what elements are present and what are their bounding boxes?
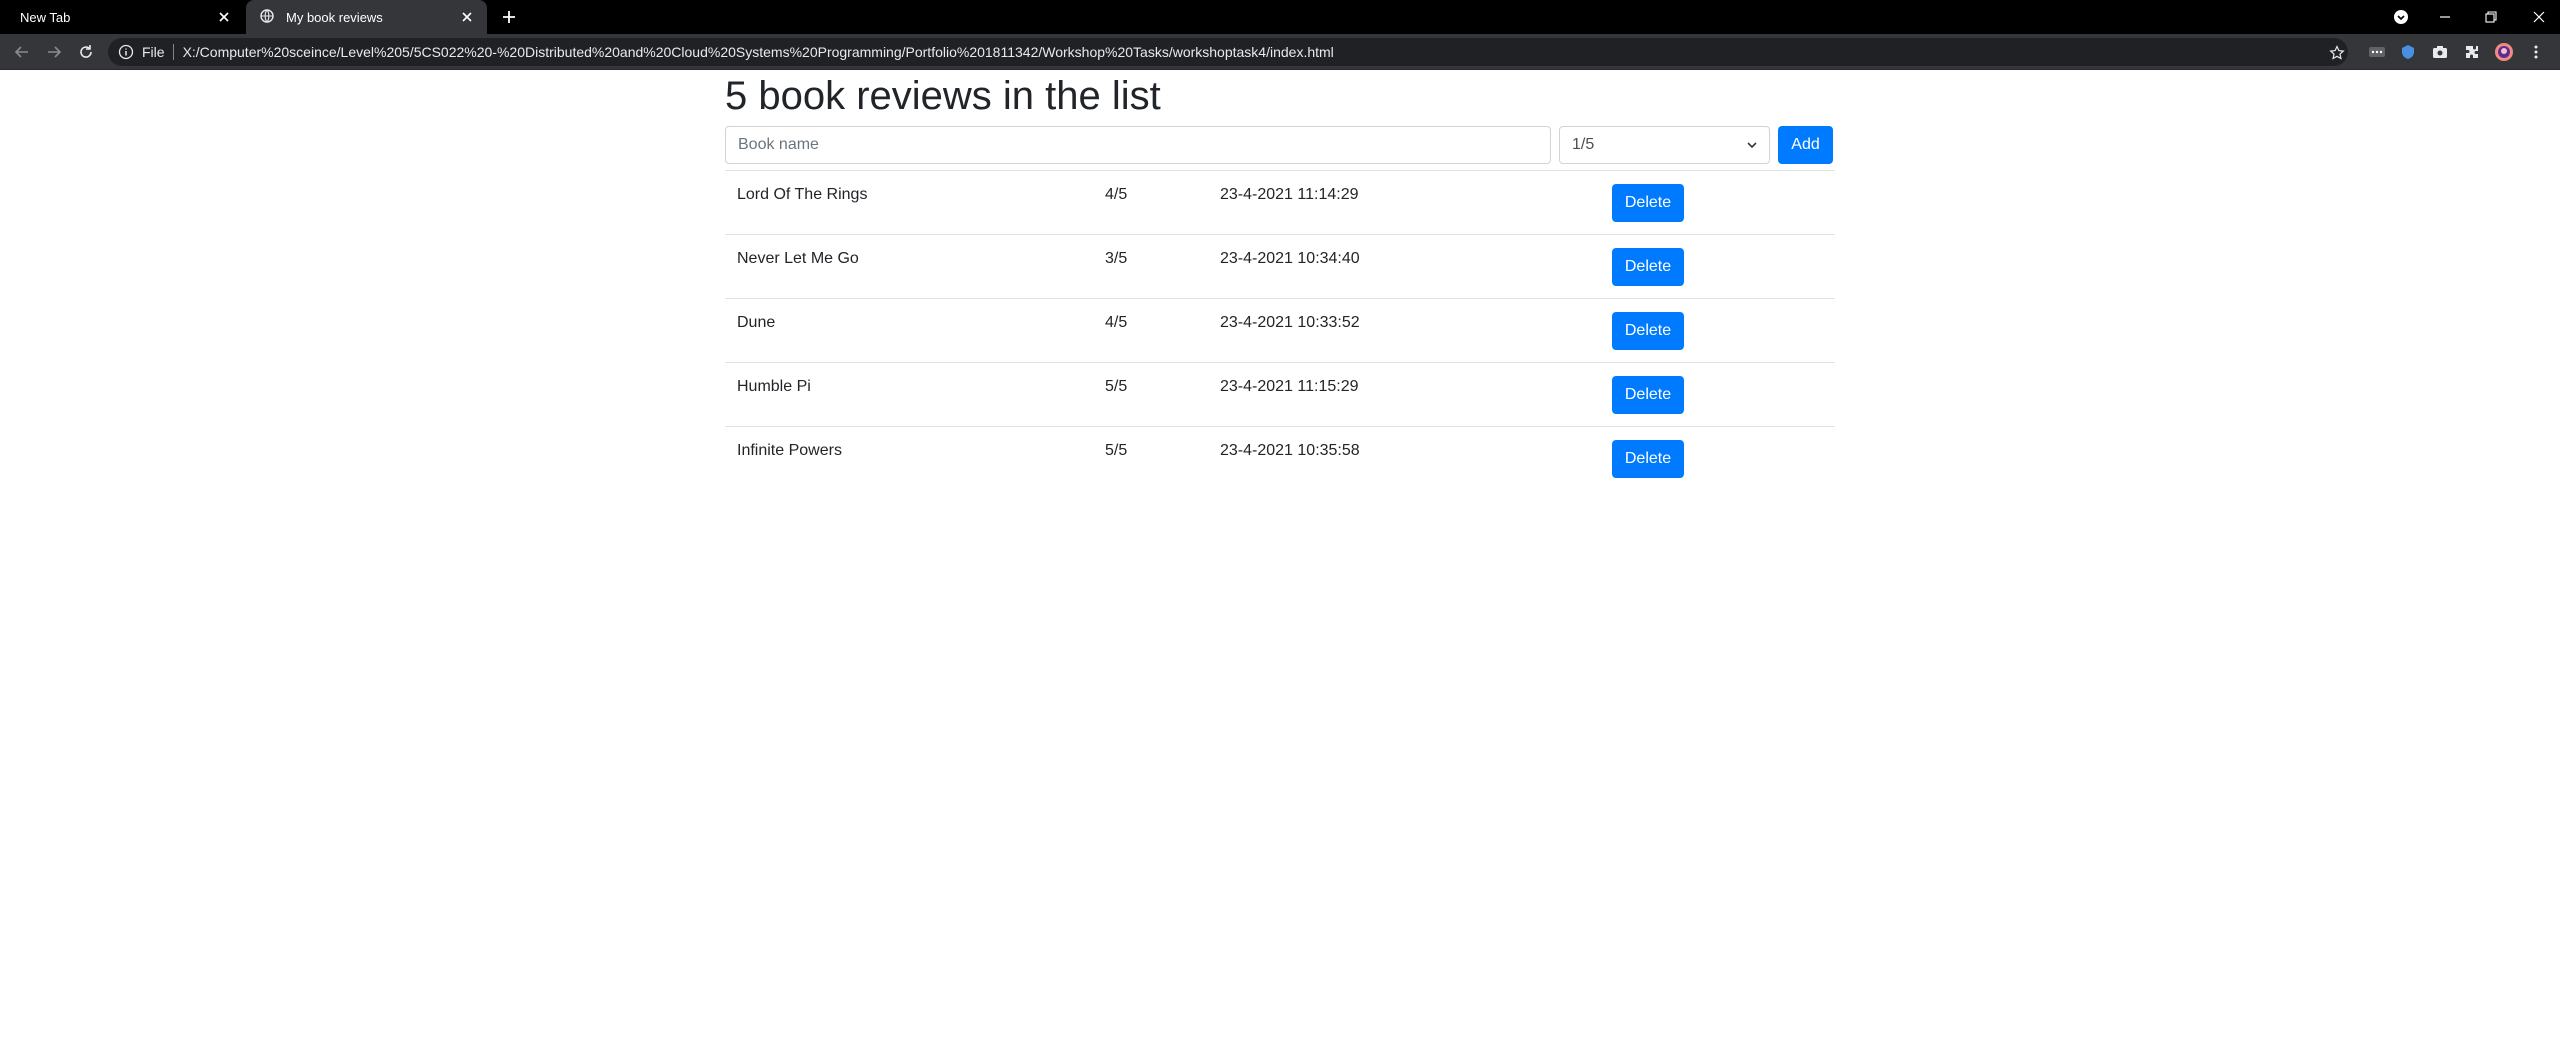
scheme-label: File	[142, 44, 165, 60]
star-icon[interactable]	[2328, 44, 2346, 62]
action-cell: Delete	[1600, 298, 1835, 363]
page-container: 5 book reviews in the list 1/5 Add Lord …	[725, 70, 1835, 490]
extension-dots-icon[interactable]	[2367, 42, 2387, 62]
tab-close-icon[interactable]	[459, 9, 475, 25]
tab-my-book-reviews[interactable]: My book reviews	[246, 0, 487, 34]
rating-cell: 5/5	[1093, 426, 1208, 490]
delete-button[interactable]: Delete	[1612, 440, 1684, 478]
action-cell: Delete	[1600, 234, 1835, 299]
url-text[interactable]: X:/Computer%20sceince/Level%205/5CS022%2…	[183, 44, 1334, 60]
tab-new-tab[interactable]: New Tab	[0, 0, 244, 34]
table-row: Dune 4/5 23-4-2021 10:33:52 Delete	[725, 298, 1835, 363]
delete-button[interactable]: Delete	[1612, 312, 1684, 350]
action-cell: Delete	[1600, 170, 1835, 235]
date-cell: 23-4-2021 10:34:40	[1208, 234, 1600, 299]
rating-cell: 4/5	[1093, 170, 1208, 235]
tab-title: My book reviews	[286, 9, 383, 25]
rating-cell: 3/5	[1093, 234, 1208, 299]
reload-icon[interactable]	[76, 42, 96, 62]
delete-button[interactable]: Delete	[1612, 248, 1684, 286]
forward-icon[interactable]	[44, 42, 64, 62]
date-cell: 23-4-2021 10:33:52	[1208, 298, 1600, 363]
shield-extension-icon[interactable]	[2398, 42, 2418, 62]
browser-toolbar: File X:/Computer%20sceince/Level%205/5CS…	[0, 34, 2560, 70]
table-row: Lord Of The Rings 4/5 23-4-2021 11:14:29…	[725, 170, 1835, 235]
extensions-icon[interactable]	[2462, 42, 2482, 62]
table-row: Infinite Powers 5/5 23-4-2021 10:35:58 D…	[725, 426, 1835, 490]
close-window-icon[interactable]	[2526, 4, 2552, 30]
rating-cell: 5/5	[1093, 362, 1208, 427]
rating-cell: 4/5	[1093, 298, 1208, 363]
tab-close-icon[interactable]	[216, 9, 232, 25]
globe-icon	[260, 9, 276, 25]
address-bar[interactable]: File X:/Computer%20sceince/Level%205/5CS…	[108, 38, 2348, 66]
book-name-cell: Infinite Powers	[725, 426, 1093, 490]
menu-icon[interactable]	[2526, 42, 2546, 62]
profile-menu-icon[interactable]	[2388, 4, 2414, 30]
tab-strip: New Tab My book reviews	[0, 0, 2560, 34]
rating-select-value: 1/5	[1572, 136, 1595, 153]
book-name-cell: Dune	[725, 298, 1093, 363]
page-title: 5 book reviews in the list	[725, 74, 1161, 118]
delete-button[interactable]: Delete	[1612, 376, 1684, 414]
date-cell: 23-4-2021 10:35:58	[1208, 426, 1600, 490]
table-row: Humble Pi 5/5 23-4-2021 11:15:29 Delete	[725, 362, 1835, 427]
back-icon[interactable]	[12, 42, 32, 62]
book-name-input[interactable]	[725, 126, 1551, 164]
delete-button[interactable]: Delete	[1612, 184, 1684, 222]
minimize-icon[interactable]	[2432, 4, 2458, 30]
tab-title: New Tab	[20, 9, 71, 25]
book-name-cell: Never Let Me Go	[725, 234, 1093, 299]
date-cell: 23-4-2021 11:14:29	[1208, 170, 1600, 235]
rating-select[interactable]: 1/5	[1559, 126, 1770, 164]
action-cell: Delete	[1600, 426, 1835, 490]
add-review-form: 1/5 Add	[725, 126, 1835, 164]
info-icon[interactable]	[118, 44, 134, 60]
chevron-down-icon	[1747, 136, 1757, 154]
table-row: Never Let Me Go 3/5 23-4-2021 10:34:40 D…	[725, 234, 1835, 299]
book-name-cell: Lord Of The Rings	[725, 170, 1093, 235]
book-name-cell: Humble Pi	[725, 362, 1093, 427]
restore-icon[interactable]	[2478, 4, 2504, 30]
add-button[interactable]: Add	[1778, 126, 1833, 164]
action-cell: Delete	[1600, 362, 1835, 427]
address-separator	[172, 44, 174, 60]
date-cell: 23-4-2021 11:15:29	[1208, 362, 1600, 427]
camera-extension-icon[interactable]	[2430, 42, 2450, 62]
reviews-table: Lord Of The Rings 4/5 23-4-2021 11:14:29…	[725, 170, 1835, 490]
avatar-icon[interactable]	[2494, 42, 2514, 62]
new-tab-icon[interactable]	[498, 6, 520, 28]
